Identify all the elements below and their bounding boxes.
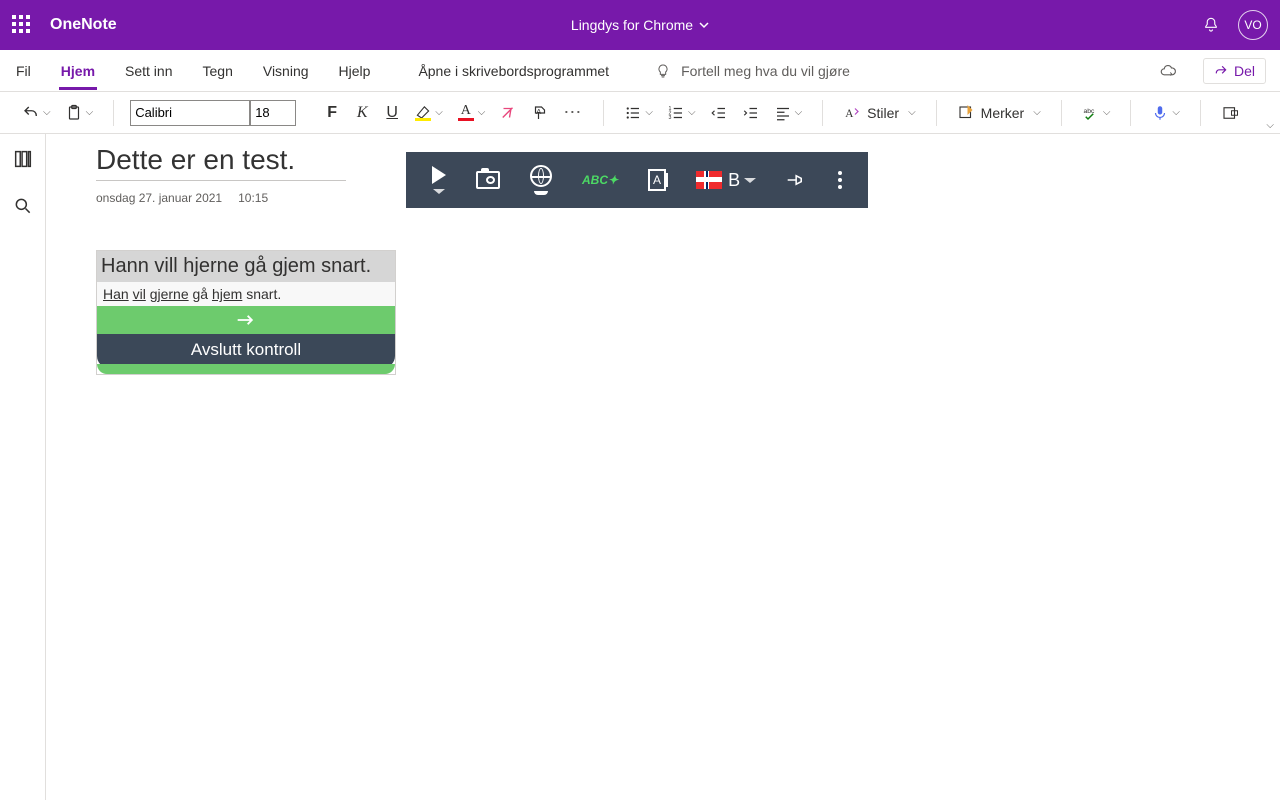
language-letter: B [728,170,740,191]
search-icon[interactable] [13,196,33,216]
lingdys-play-button[interactable] [432,166,446,194]
tag-icon [957,104,975,122]
highlight-color-button[interactable] [410,99,447,127]
tab-hjem[interactable]: Hjem [59,53,97,89]
document-icon [648,169,666,191]
camera-icon [476,171,500,189]
underline-button[interactable]: U [380,99,404,127]
more-font-options-button[interactable]: ⋯ [559,99,587,127]
apply-correction-button[interactable] [97,306,395,334]
page-time: 10:15 [238,191,268,205]
font-color-button[interactable]: A [453,99,490,127]
italic-button[interactable]: K [350,99,374,127]
lingdys-toolbar[interactable]: ABC✦ B [406,152,868,208]
paste-button[interactable] [61,99,98,127]
tab-tegn[interactable]: Tegn [201,53,235,89]
globe-icon [530,165,552,187]
decrease-indent-button[interactable] [706,99,732,127]
svg-text:3: 3 [668,115,671,121]
styles-icon: A [843,104,861,122]
tab-visning[interactable]: Visning [261,53,311,89]
avatar-initials: VO [1244,18,1261,32]
share-button[interactable]: Del [1203,58,1266,84]
note-text[interactable]: Hann vill hjerne gå gjem snart. [97,251,395,282]
cloud-sync-icon[interactable] [1159,62,1177,80]
clear-formatting-button[interactable] [495,99,521,127]
tell-me-placeholder: Fortell meg hva du vil gjøre [681,63,850,79]
meeting-details-button[interactable] [1217,99,1243,127]
page-date: onsdag 27. januar 2021 [96,191,222,205]
undo-button[interactable] [18,99,55,127]
finish-check-button[interactable]: Avslutt kontroll [97,334,395,368]
document-title-label: Lingdys for Chrome [571,17,693,33]
spellcheck-suggestion[interactable]: Han vil gjerne gå hjem snart. [97,282,395,306]
svg-text:A: A [845,107,854,119]
lingdys-language-button[interactable]: B [696,170,756,191]
navigation-pane-icon[interactable] [12,148,34,170]
pin-icon [786,172,808,188]
lingdys-pin-button[interactable] [786,172,808,188]
tab-sett-inn[interactable]: Sett inn [123,53,174,89]
app-launcher-icon[interactable] [12,15,32,35]
more-vertical-icon [838,171,842,189]
lingdys-lookup-button[interactable] [530,165,552,195]
arrow-right-icon [236,313,256,327]
open-in-desktop-link[interactable]: Åpne i skrivebordsprogrammet [418,63,609,79]
font-family-select[interactable] [130,100,250,126]
play-icon [432,166,446,184]
tags-label: Merker [981,105,1025,121]
app-name: OneNote [50,16,117,34]
bullet-list-button[interactable] [620,99,657,127]
lingdys-document-button[interactable] [648,169,666,191]
tab-hjelp[interactable]: Hjelp [337,53,373,89]
abc-icon: ABC✦ [582,173,618,187]
format-painter-button[interactable]: A [527,99,553,127]
bold-button[interactable]: F [320,99,344,127]
styles-label: Stiler [867,105,899,121]
increase-indent-button[interactable] [738,99,764,127]
tell-me-search[interactable]: Fortell meg hva du vil gjøre [655,63,850,79]
dictate-button[interactable] [1147,99,1184,127]
notifications-icon[interactable] [1202,16,1220,34]
styles-button[interactable]: A Stiler [839,99,920,127]
chevron-down-icon [699,20,709,30]
share-label: Del [1234,63,1255,79]
share-icon [1214,64,1228,78]
note-container[interactable]: Hann vill hjerne gå gjem snart. Han vil … [96,250,396,375]
tags-button[interactable]: Merker [953,99,1045,127]
expand-ribbon-icon[interactable]: ⌵ [1266,120,1274,131]
lightbulb-icon [655,63,671,79]
lingdys-spellcheck-button[interactable]: ABC✦ [582,173,618,187]
tab-fil[interactable]: Fil [14,53,33,89]
spellcheck-button[interactable]: abc [1078,99,1115,127]
lingdys-screenshot-button[interactable] [476,171,500,189]
document-title[interactable]: Lingdys for Chrome [571,17,709,33]
paragraph-align-button[interactable] [770,99,807,127]
svg-text:A: A [537,106,542,115]
avatar[interactable]: VO [1238,10,1268,40]
page-title[interactable]: Dette er en test. [96,144,346,181]
microphone-icon [1151,104,1169,122]
numbered-list-button[interactable]: 123 [663,99,700,127]
font-size-select[interactable] [250,100,296,126]
flag-norway-icon [696,171,722,189]
lingdys-more-button[interactable] [838,171,842,189]
